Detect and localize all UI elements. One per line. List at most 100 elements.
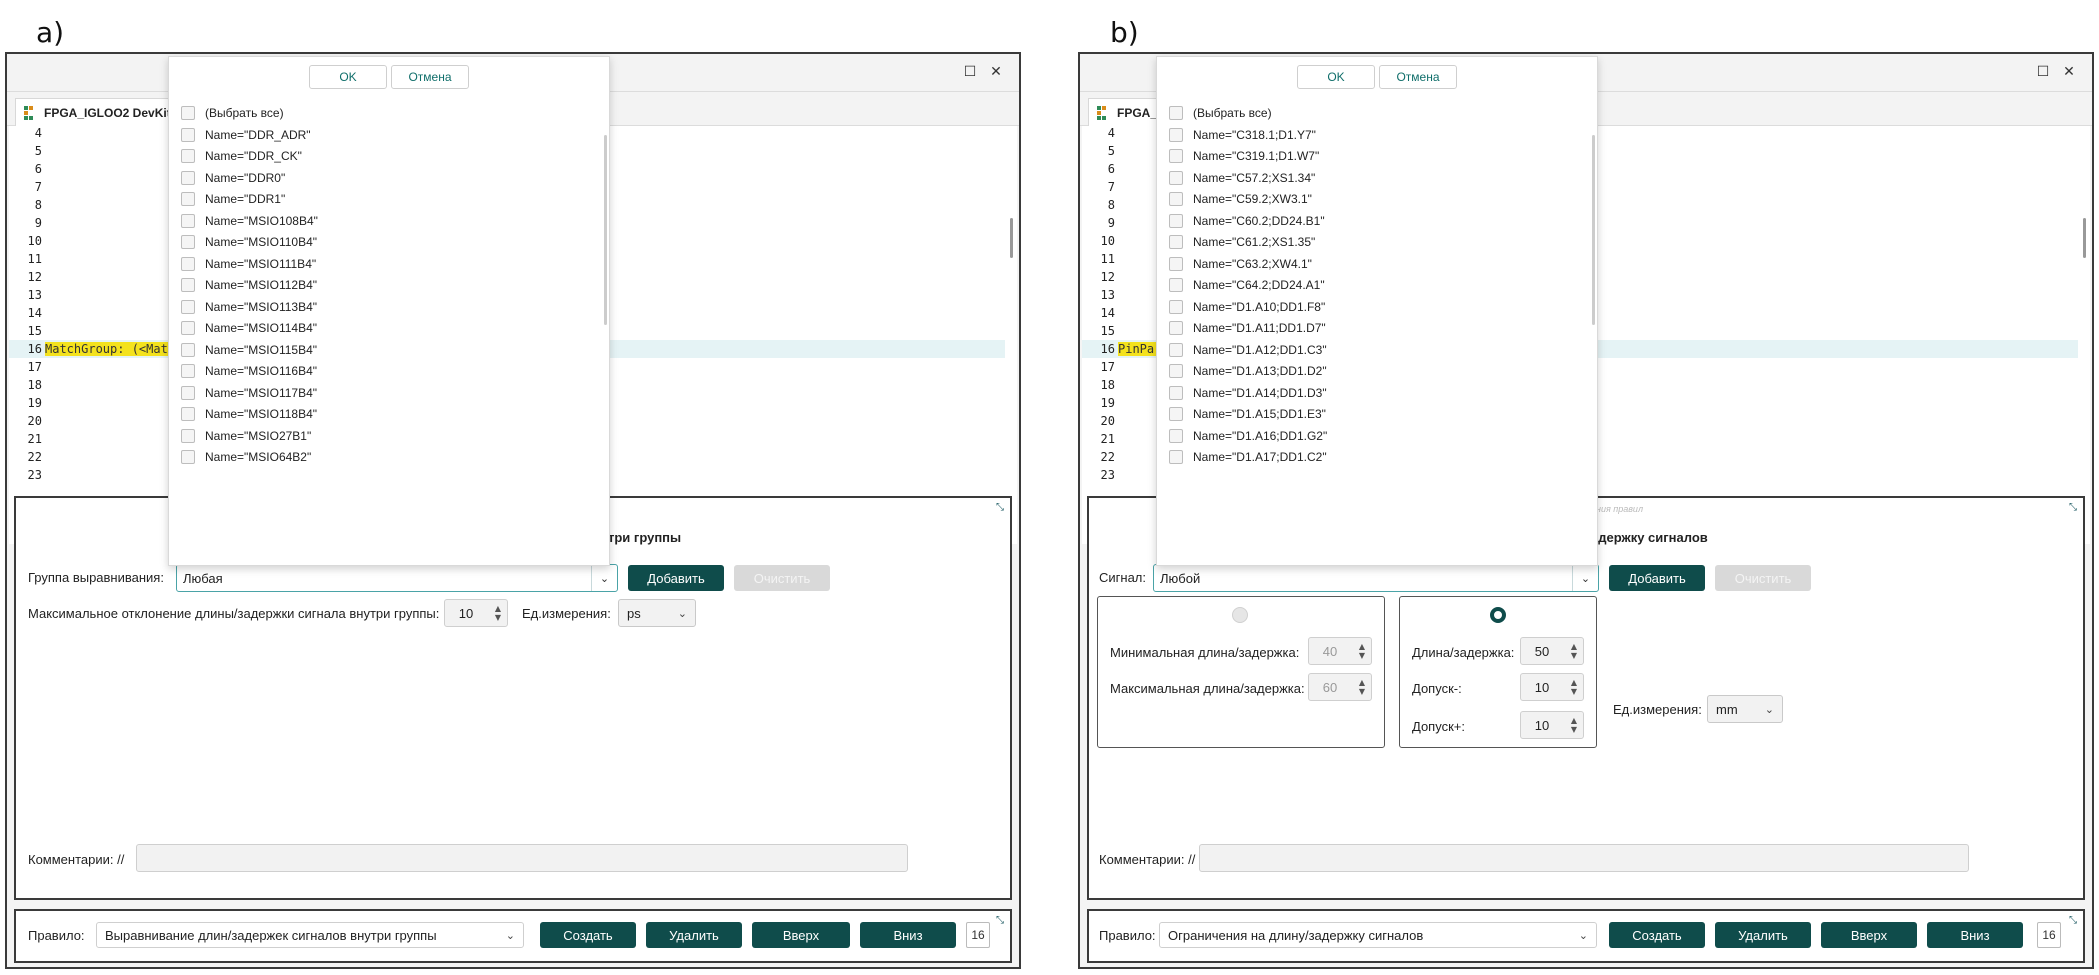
list-item[interactable]: Name="MSIO108B4"	[181, 211, 318, 231]
checkbox[interactable]	[181, 428, 195, 443]
cancel-button[interactable]: Отмена	[391, 65, 469, 89]
collapse-icon[interactable]: ⤡	[2066, 501, 2080, 515]
list-item[interactable]: Name="C61.2;XS1.35"	[1169, 232, 1315, 252]
checkbox[interactable]	[1169, 321, 1183, 335]
create-button[interactable]: Создать	[540, 922, 636, 948]
group-combo[interactable]: Любая ⌄	[176, 564, 618, 592]
chevron-down-icon[interactable]: ⌄	[678, 607, 687, 620]
rule-combo[interactable]: Ограничения на длину/задержку сигналов ⌄	[1159, 922, 1597, 948]
list-item[interactable]: Name="D1.A12;DD1.C3"	[1169, 340, 1327, 360]
checkbox[interactable]	[1169, 385, 1183, 400]
checkbox[interactable]	[181, 213, 195, 228]
select-all-item[interactable]: (Выбрать все)	[1169, 103, 1272, 123]
checkbox[interactable]	[1169, 170, 1183, 185]
list-item[interactable]: Name="D1.A14;DD1.D3"	[1169, 383, 1327, 403]
checkbox[interactable]	[1169, 106, 1183, 120]
close-icon[interactable]: ✕	[987, 63, 1005, 81]
list-item[interactable]: Name="C64.2;DD24.A1"	[1169, 275, 1325, 295]
cancel-button[interactable]: Отмена	[1379, 65, 1457, 89]
checkbox[interactable]	[1169, 364, 1183, 378]
max-deviation-spinner[interactable]: 10 ▲ ▼	[444, 599, 508, 627]
tolerance-minus-spinner[interactable]: 10 ▲ ▼	[1520, 673, 1584, 701]
length-spinner[interactable]: 50 ▲ ▼	[1520, 637, 1584, 665]
checkbox[interactable]	[1169, 342, 1183, 357]
list-item[interactable]: Name="DDR1"	[181, 189, 285, 209]
units-combo[interactable]: mm ⌄	[1707, 695, 1783, 723]
list-item[interactable]: Name="D1.A10;DD1.F8"	[1169, 297, 1325, 317]
popup-scrollbar[interactable]	[1592, 135, 1595, 325]
checkbox[interactable]	[181, 106, 195, 120]
list-item[interactable]: Name="DDR_CK"	[181, 146, 302, 166]
list-item[interactable]: Name="MSIO115B4"	[181, 340, 317, 360]
tolerance-plus-spinner[interactable]: 10 ▲ ▼	[1520, 711, 1584, 739]
checkbox[interactable]	[181, 385, 195, 400]
list-item[interactable]: Name="C59.2;XW3.1"	[1169, 189, 1312, 209]
delete-button[interactable]: Удалить	[646, 922, 742, 948]
list-item[interactable]: Name="D1.A17;DD1.C2"	[1169, 447, 1327, 467]
clear-button[interactable]: Очистить	[734, 565, 830, 591]
up-button[interactable]: Вверх	[1821, 922, 1917, 948]
checkbox[interactable]	[1169, 213, 1183, 228]
signal-combo[interactable]: Любой ⌄	[1153, 564, 1599, 592]
checkbox[interactable]	[181, 235, 195, 249]
chevron-down-icon[interactable]: ⌄	[1572, 565, 1598, 591]
select-all-item[interactable]: (Выбрать все)	[181, 103, 284, 123]
editor-scrollbar[interactable]	[2083, 218, 2086, 258]
ok-button[interactable]: OK	[309, 65, 387, 89]
list-item[interactable]: Name="D1.A16;DD1.G2"	[1169, 426, 1327, 446]
checkbox[interactable]	[1169, 127, 1183, 142]
checkbox[interactable]	[1169, 235, 1183, 249]
comments-input[interactable]	[136, 844, 908, 872]
add-button[interactable]: Добавить	[628, 565, 724, 591]
chevron-down-icon[interactable]: ⌄	[1579, 929, 1588, 942]
checkbox[interactable]	[1169, 149, 1183, 163]
spinner-arrows-icon[interactable]: ▲ ▼	[1571, 678, 1577, 696]
checkbox[interactable]	[181, 256, 195, 271]
comments-input[interactable]	[1199, 844, 1969, 872]
add-button[interactable]: Добавить	[1609, 565, 1705, 591]
rule-combo[interactable]: Выравнивание длин/задержек сигналов внут…	[96, 922, 524, 948]
list-item[interactable]: Name="C319.1;D1.W7"	[1169, 146, 1319, 166]
checkbox[interactable]	[1169, 256, 1183, 271]
chevron-down-icon[interactable]: ⌄	[591, 565, 617, 591]
collapse-icon[interactable]: ⤡	[2066, 914, 2080, 928]
spinner-arrows-icon[interactable]: ▲ ▼	[1359, 678, 1365, 696]
max-spinner[interactable]: 60 ▲ ▼	[1308, 673, 1372, 701]
checkbox[interactable]	[181, 149, 195, 163]
list-item[interactable]: Name="MSIO110B4"	[181, 232, 317, 252]
checkbox[interactable]	[181, 321, 195, 335]
list-item[interactable]: Name="MSIO117B4"	[181, 383, 317, 403]
list-item[interactable]: Name="MSIO111B4"	[181, 254, 316, 274]
maximize-icon[interactable]: ☐	[961, 63, 979, 81]
list-item[interactable]: Name="MSIO64B2"	[181, 447, 311, 467]
list-item[interactable]: Name="D1.A13;DD1.D2"	[1169, 361, 1327, 381]
create-button[interactable]: Создать	[1609, 922, 1705, 948]
checkbox[interactable]	[181, 170, 195, 185]
maximize-icon[interactable]: ☐	[2034, 63, 2052, 81]
spinner-arrows-icon[interactable]: ▲ ▼	[1571, 642, 1577, 660]
close-icon[interactable]: ✕	[2060, 63, 2078, 81]
checkbox[interactable]	[181, 407, 195, 421]
chevron-down-icon[interactable]: ⌄	[1765, 703, 1774, 716]
list-item[interactable]: Name="DDR_ADR"	[181, 125, 311, 145]
checkbox[interactable]	[1169, 192, 1183, 206]
list-item[interactable]: Name="DDR0"	[181, 168, 285, 188]
min-spinner[interactable]: 40 ▲ ▼	[1308, 637, 1372, 665]
length-tolerance-radio[interactable]	[1490, 607, 1506, 623]
spinner-arrows-icon[interactable]: ▲ ▼	[1571, 716, 1577, 734]
delete-button[interactable]: Удалить	[1715, 922, 1811, 948]
list-item[interactable]: Name="D1.A15;DD1.E3"	[1169, 404, 1326, 424]
checkbox[interactable]	[1169, 428, 1183, 443]
list-item[interactable]: Name="MSIO116B4"	[181, 361, 317, 381]
down-button[interactable]: Вниз	[860, 922, 956, 948]
checkbox[interactable]	[181, 364, 195, 378]
popup-scrollbar[interactable]	[604, 135, 607, 325]
list-item[interactable]: Name="MSIO113B4"	[181, 297, 317, 317]
checkbox[interactable]	[181, 342, 195, 357]
list-item[interactable]: Name="MSIO27B1"	[181, 426, 311, 446]
checkbox[interactable]	[1169, 407, 1183, 421]
clear-button[interactable]: Очистить	[1715, 565, 1811, 591]
ok-button[interactable]: OK	[1297, 65, 1375, 89]
list-item[interactable]: Name="D1.A11;DD1.D7"	[1169, 318, 1326, 338]
list-item[interactable]: Name="MSIO114B4"	[181, 318, 317, 338]
